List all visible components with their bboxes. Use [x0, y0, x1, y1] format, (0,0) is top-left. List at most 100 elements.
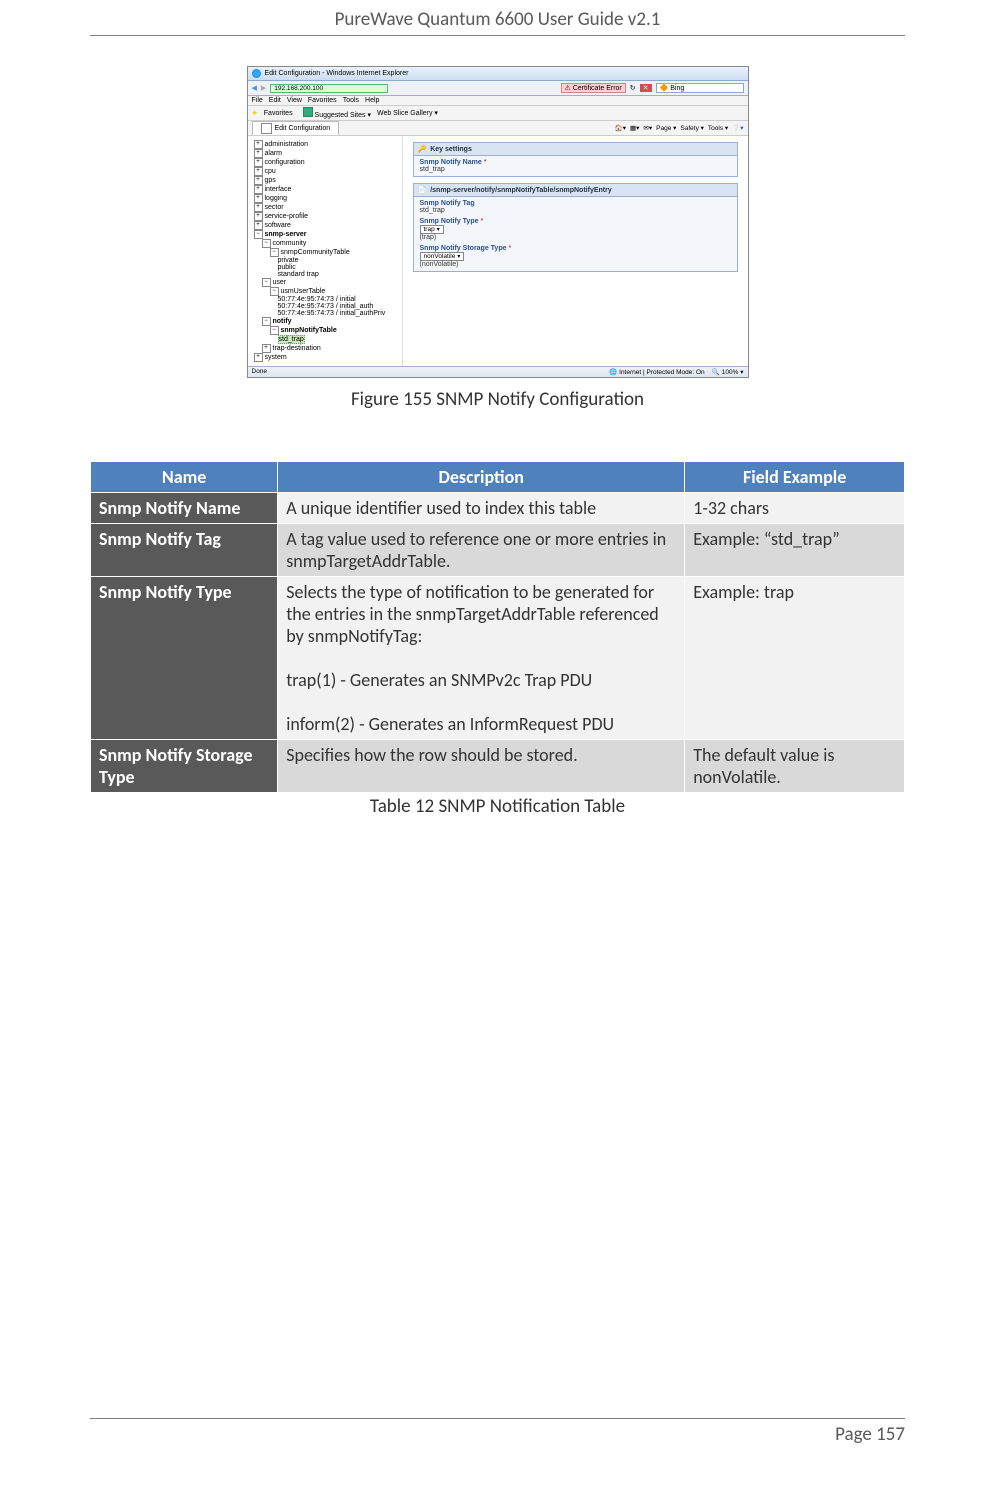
address-bar: ◀ ▶ 192.168.200.100 ⚠ Certificate Error …	[248, 81, 748, 96]
cell-example: Example: trap	[685, 577, 905, 740]
th-name: Name	[91, 462, 278, 493]
table-caption: Table 12 SNMP Notification Table	[90, 795, 905, 818]
tree-item[interactable]: 50:77:4e:95:74:73 / initial	[250, 296, 400, 303]
tree-item[interactable]: +cpu	[250, 167, 400, 176]
tab-bar: Edit Configuration 🏠▾ ▦▾ ✉▾ Page ▾ Safet…	[248, 121, 748, 136]
tree-item[interactable]: +interface	[250, 185, 400, 194]
page-icon	[261, 123, 272, 134]
status-left: Done	[252, 368, 268, 376]
tree-item[interactable]: 50:77:4e:95:74:73 / initial_auth	[250, 303, 400, 310]
search-box[interactable]: 🔶Bing	[656, 83, 744, 93]
key-settings-panel: 🔑Key settings Snmp Notify Name * std_tra…	[413, 142, 738, 177]
menu-edit[interactable]: Edit	[269, 97, 281, 104]
th-example: Field Example	[685, 462, 905, 493]
suggested-sites[interactable]: Suggested Sites ▾	[315, 112, 371, 119]
cell-name: Snmp Notify Tag	[91, 524, 278, 577]
form-panel: 🔑Key settings Snmp Notify Name * std_tra…	[403, 136, 748, 366]
tree-item[interactable]: −snmpNotifyTable	[250, 326, 400, 335]
field-label: Snmp Notify Storage Type	[420, 245, 507, 252]
window-titlebar: Edit Configuration - Windows Internet Ex…	[248, 67, 748, 81]
cell-name: Snmp Notify Type	[91, 577, 278, 740]
url-input[interactable]: 192.168.200.100	[270, 84, 388, 93]
tree-item[interactable]: +software	[250, 221, 400, 230]
field-label: Snmp Notify Tag	[420, 200, 475, 207]
key-icon: 🔑	[418, 145, 427, 153]
tree-item[interactable]: public	[250, 264, 400, 271]
home-icon[interactable]: 🏠▾	[615, 124, 626, 132]
feed-icon[interactable]: ▦▾	[630, 124, 639, 132]
tree-item-selected[interactable]: std_trap	[278, 335, 305, 344]
page-footer: Page 157	[90, 1418, 905, 1446]
field-value: std_trap	[420, 207, 731, 214]
browser-window: Edit Configuration - Windows Internet Ex…	[247, 66, 749, 378]
tree-item[interactable]: −notify	[250, 317, 400, 326]
document-page: PureWave Quantum 6600 User Guide v2.1 Ed…	[0, 0, 995, 1486]
cell-example: Example: “std_trap”	[685, 524, 905, 577]
details-panel: 📄/snmp-server/notify/snmpNotifyTable/snm…	[413, 183, 738, 272]
nav-fwd-icon[interactable]: ▶	[261, 84, 266, 92]
field-label: Snmp Notify Type	[420, 218, 479, 225]
tools-menu[interactable]: Tools ▾	[708, 124, 728, 132]
cell-desc: Specifies how the row should be stored.	[278, 740, 685, 793]
cell-desc: A unique identifier used to index this t…	[278, 493, 685, 524]
tree-item[interactable]: −community	[250, 239, 400, 248]
tree-item-snmp[interactable]: −snmp-server	[250, 230, 400, 239]
status-bar: Done 🌐 Internet | Protected Mode: On 🔍 1…	[248, 366, 748, 377]
menu-favorites[interactable]: Favorites	[308, 97, 337, 104]
tree-item[interactable]: +alarm	[250, 149, 400, 158]
tree-item[interactable]: +administration	[250, 140, 400, 149]
refresh-icon[interactable]: ↻	[630, 84, 636, 92]
figure-wrap: Edit Configuration - Windows Internet Ex…	[90, 66, 905, 378]
cell-desc: Selects the type of notification to be g…	[278, 577, 685, 740]
zoom-level: 100%	[722, 369, 739, 376]
cell-desc: A tag value used to reference one or mor…	[278, 524, 685, 577]
table-row: Snmp Notify Storage Type Specifies how t…	[91, 740, 905, 793]
table-row: Snmp Notify Type Selects the type of not…	[91, 577, 905, 740]
page-header: PureWave Quantum 6600 User Guide v2.1	[90, 0, 905, 36]
nav-back-icon[interactable]: ◀	[252, 84, 257, 92]
safety-menu[interactable]: Safety ▾	[680, 124, 704, 132]
protected-mode: Internet | Protected Mode: On	[619, 369, 705, 376]
mail-icon[interactable]: ✉▾	[643, 124, 652, 132]
tree-item[interactable]: +trap-destination	[250, 344, 400, 353]
tree-item[interactable]: +system	[250, 353, 400, 362]
tree-item[interactable]: +service-profile	[250, 212, 400, 221]
tree-item[interactable]: −snmpCommunityTable	[250, 248, 400, 257]
stop-icon[interactable]: ✕	[640, 84, 652, 92]
tree-item[interactable]: +gps	[250, 176, 400, 185]
table-row: Snmp Notify Tag A tag value used to refe…	[91, 524, 905, 577]
favorites-icon[interactable]: ★	[252, 109, 258, 117]
suggested-icon	[303, 107, 313, 117]
web-slice[interactable]: Web Slice Gallery ▾	[377, 109, 438, 117]
tree-item[interactable]: private	[250, 257, 400, 264]
help-icon[interactable]: ❔▾	[732, 124, 743, 132]
tree-item[interactable]: −user	[250, 278, 400, 287]
tree-item[interactable]: +logging	[250, 194, 400, 203]
page-menu[interactable]: Page ▾	[656, 124, 676, 132]
menu-file[interactable]: File	[252, 97, 263, 104]
menu-view[interactable]: View	[287, 97, 302, 104]
cell-name: Snmp Notify Name	[91, 493, 278, 524]
tree-item[interactable]: +sector	[250, 203, 400, 212]
internet-icon: 🌐	[609, 369, 617, 376]
tree-item[interactable]: −usmUserTable	[250, 287, 400, 296]
menu-tools[interactable]: Tools	[343, 97, 359, 104]
ie-icon	[252, 69, 261, 78]
cell-example: 1-32 chars	[685, 493, 905, 524]
notification-table: Name Description Field Example Snmp Noti…	[90, 461, 905, 793]
storage-select[interactable]: nonVolatile	[420, 252, 465, 261]
tree-item[interactable]: 50:77:4e:95:74:73 / initial_authPriv	[250, 310, 400, 317]
field-help: (trap)	[420, 234, 731, 241]
figure-caption: Figure 155 SNMP Notify Configuration	[90, 388, 905, 411]
browser-tab[interactable]: Edit Configuration	[252, 121, 340, 135]
menu-help[interactable]: Help	[365, 97, 379, 104]
tree-item[interactable]: +configuration	[250, 158, 400, 167]
favorites-bar: ★ Favorites Suggested Sites ▾ Web Slice …	[248, 106, 748, 121]
tree-item[interactable]: standard trap	[250, 271, 400, 278]
menubar: File Edit View Favorites Tools Help	[248, 96, 748, 106]
zoom-icon[interactable]: 🔍	[712, 369, 720, 376]
content-area: +administration +alarm +configuration +c…	[248, 136, 748, 366]
cert-error-badge[interactable]: ⚠ Certificate Error	[561, 83, 626, 93]
field-label: Snmp Notify Name	[420, 159, 482, 166]
type-select[interactable]: trap	[420, 225, 444, 234]
